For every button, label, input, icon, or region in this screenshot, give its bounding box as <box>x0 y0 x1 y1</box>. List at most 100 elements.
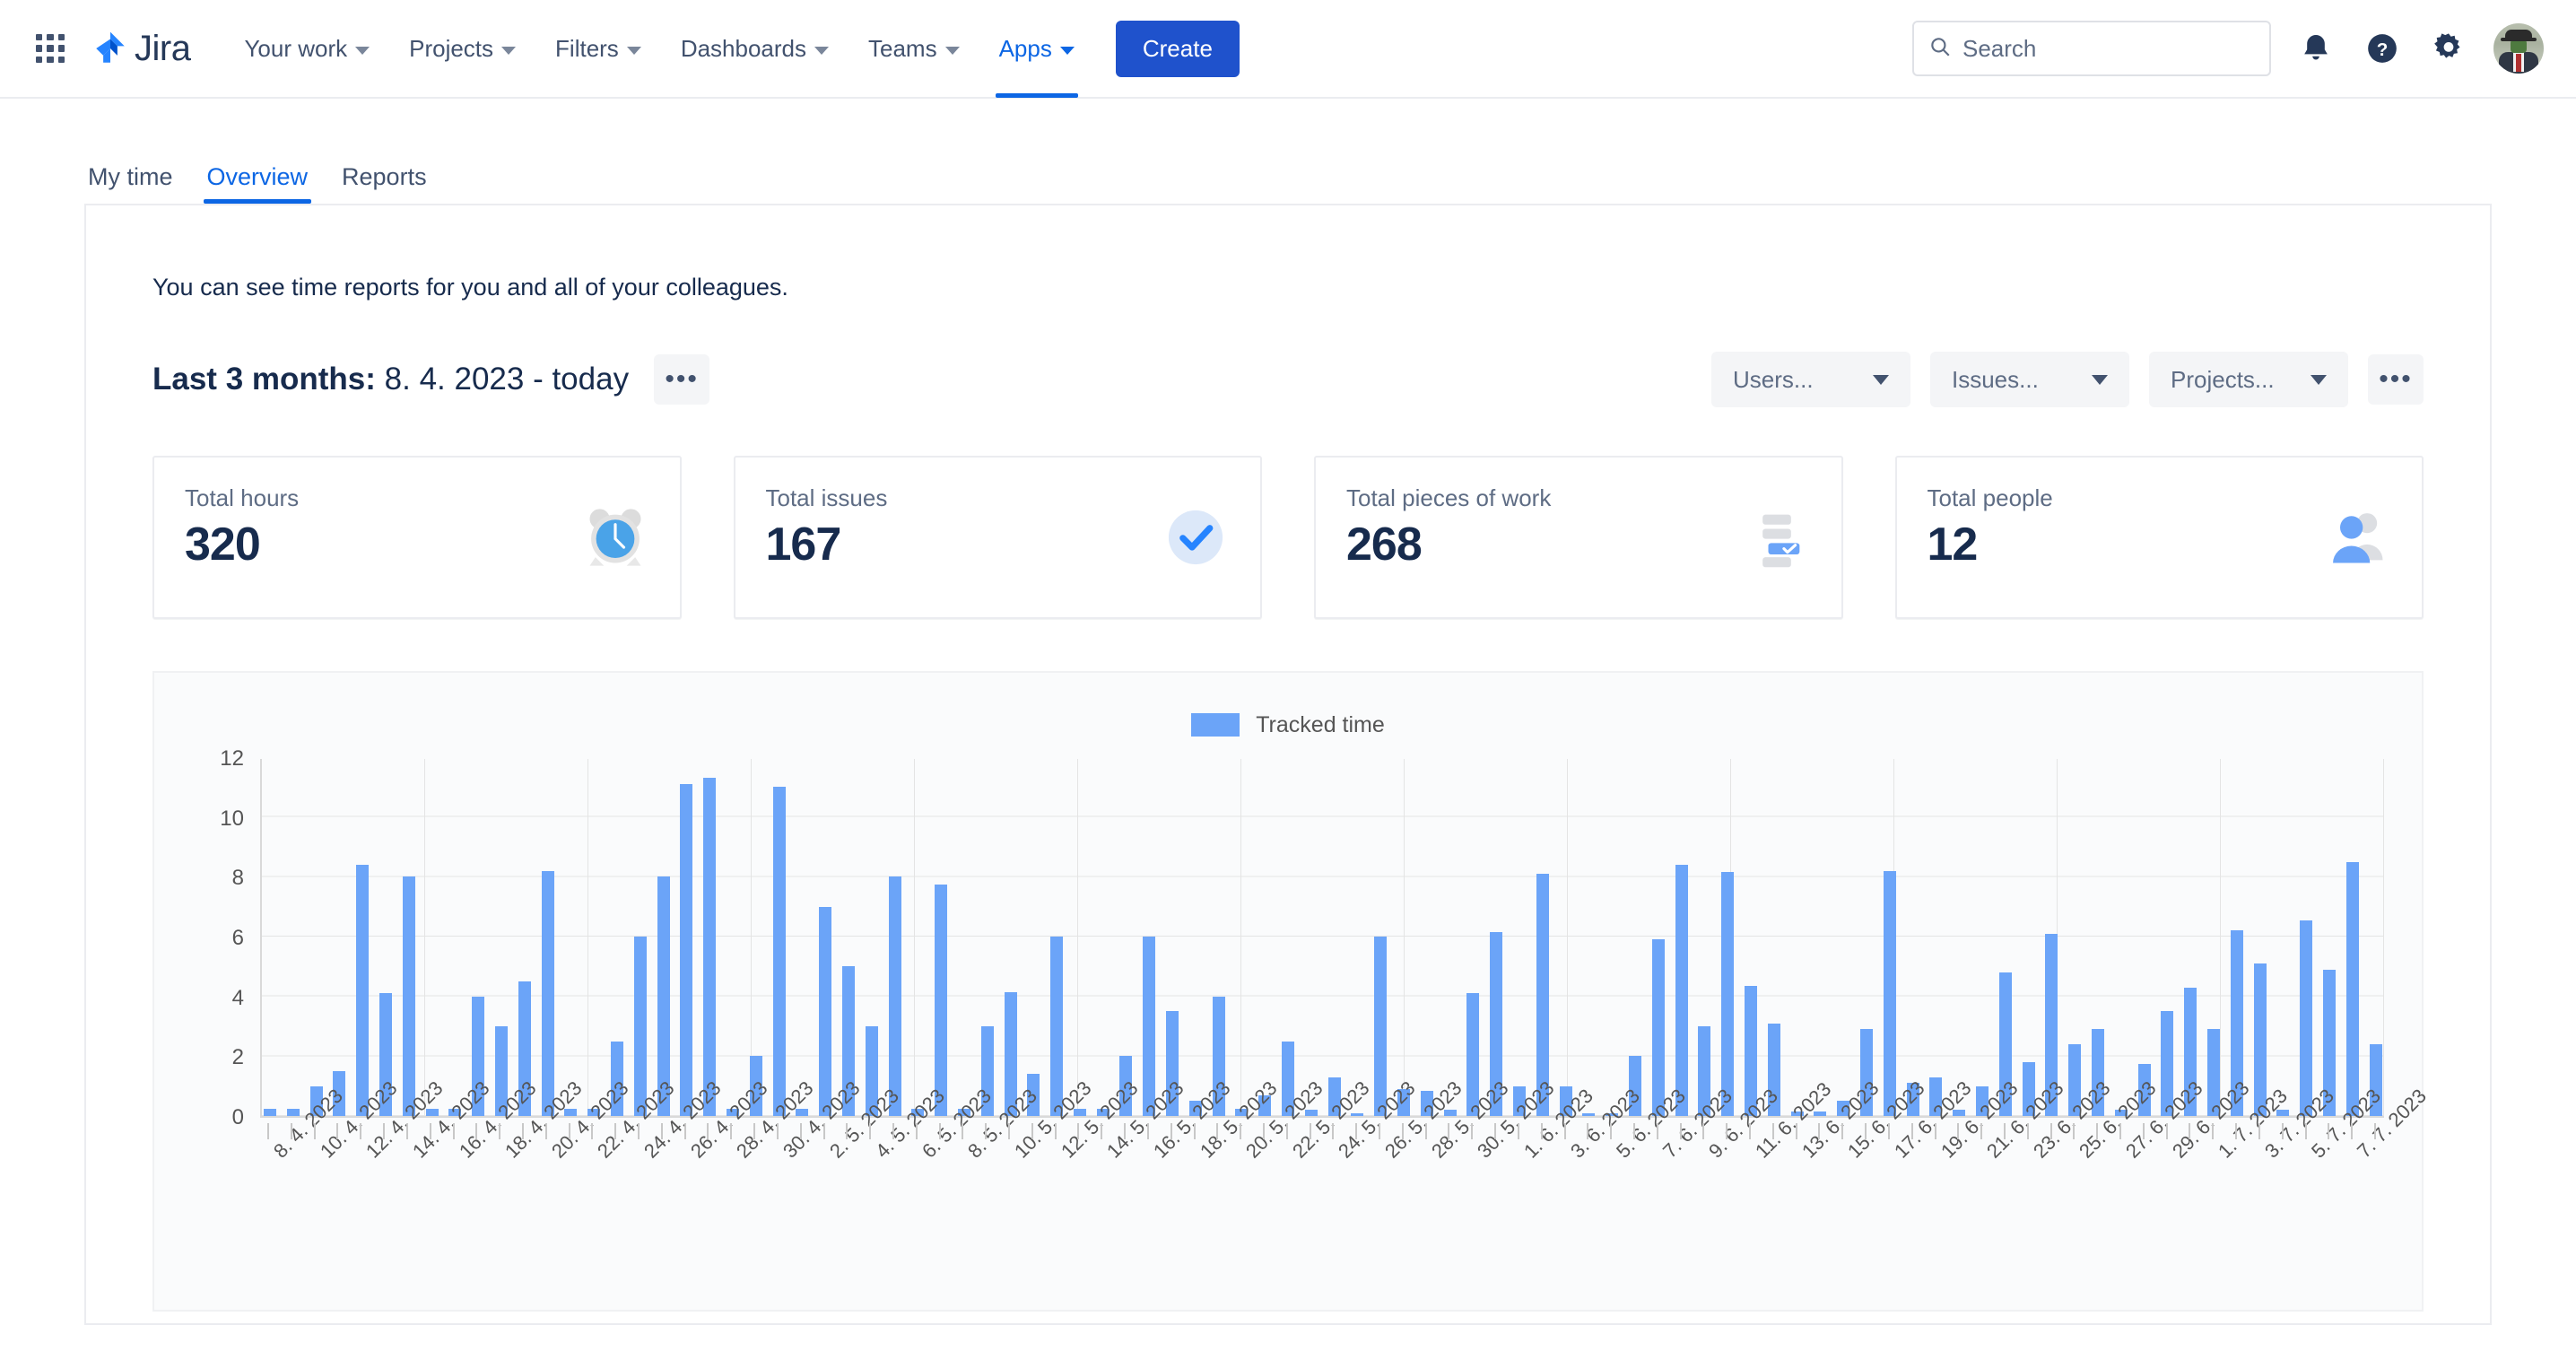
bar[interactable] <box>356 865 370 1116</box>
app-switcher-grid-icon[interactable] <box>30 29 70 68</box>
nav-item-your-work[interactable]: Your work <box>224 0 389 98</box>
x-tick <box>1026 1123 1039 1329</box>
x-tick: 1. 6. 2023 <box>1512 1085 1597 1329</box>
bar[interactable] <box>935 884 948 1116</box>
x-tick-mark <box>2189 1123 2191 1139</box>
filters-more-button[interactable]: ••• <box>2368 354 2424 405</box>
x-tick <box>2276 1123 2289 1329</box>
x-tick: 25. 6. 2023 <box>2067 1077 2161 1329</box>
x-tick-mark <box>1656 1123 1658 1139</box>
search-box[interactable] <box>1912 21 2271 76</box>
x-tick-mark <box>290 1123 292 1139</box>
tracked-time-chart: Tracked time 0 2 4 6 8 10 12 8. 4. 2023 10. 4. … <box>152 671 2431 1312</box>
x-tick-mark <box>1240 1123 1242 1139</box>
legend-swatch-tracked-time <box>1191 713 1240 737</box>
x-tick-mark <box>1679 1123 1682 1139</box>
tab-overview[interactable]: Overview <box>203 158 312 204</box>
chevron-down-icon <box>501 46 517 55</box>
search-input[interactable] <box>1962 34 2255 63</box>
chevron-down-icon <box>1059 46 1075 55</box>
y-tick-label: 4 <box>231 985 244 1010</box>
jira-home-link[interactable]: Jira <box>91 29 191 69</box>
bar[interactable] <box>2300 920 2313 1116</box>
x-tick-mark <box>1771 1123 1774 1139</box>
date-range-more-button[interactable]: ••• <box>654 354 710 405</box>
x-tick-mark <box>452 1123 455 1139</box>
x-tick <box>1675 1123 1687 1329</box>
x-tick: 16. 4. 2023 <box>448 1077 540 1329</box>
nav-item-projects[interactable]: Projects <box>389 0 535 98</box>
x-tick-mark <box>846 1123 849 1139</box>
bar[interactable] <box>402 876 415 1116</box>
help-icon[interactable]: ? <box>2361 27 2404 70</box>
bar[interactable] <box>1721 872 1735 1116</box>
nav-item-apps[interactable]: Apps <box>979 0 1094 98</box>
x-tick-mark <box>383 1123 386 1139</box>
settings-gear-icon[interactable] <box>2427 27 2470 70</box>
users-filter[interactable]: Users... <box>1711 352 1910 407</box>
projects-filter-label: Projects... <box>2171 365 2275 393</box>
nav-label: Your work <box>244 34 348 62</box>
bar[interactable] <box>1050 937 1064 1116</box>
chevron-down-icon <box>355 46 370 55</box>
alarm-clock-icon <box>581 503 649 571</box>
x-tick-mark <box>915 1123 918 1139</box>
x-tick <box>887 1123 900 1329</box>
x-tick: 7. 7. 2023 <box>2345 1085 2431 1329</box>
nav-label: Projects <box>409 34 494 62</box>
bar[interactable] <box>2253 963 2267 1116</box>
x-tick <box>1998 1123 2011 1329</box>
x-tick-mark <box>2373 1123 2376 1139</box>
x-tick <box>1628 1123 1640 1329</box>
x-tick <box>1767 1123 1780 1329</box>
bar[interactable] <box>1651 939 1665 1116</box>
projects-filter[interactable]: Projects... <box>2149 352 2348 407</box>
chart-legend: Tracked time <box>154 703 2422 746</box>
bar[interactable] <box>633 937 647 1116</box>
x-tick <box>1350 1123 1362 1329</box>
create-button[interactable]: Create <box>1115 20 1240 77</box>
x-tick-mark <box>360 1123 362 1139</box>
x-tick <box>1211 1123 1223 1329</box>
notifications-bell-icon[interactable] <box>2294 27 2337 70</box>
bar[interactable] <box>703 778 717 1116</box>
y-tick-label: 0 <box>231 1105 244 1129</box>
x-tick: 22. 5. 2023 <box>1281 1077 1373 1329</box>
bar[interactable] <box>1883 870 1896 1116</box>
bar[interactable] <box>286 1108 300 1116</box>
x-tick-mark <box>1355 1123 1358 1139</box>
x-tick <box>2183 1123 2196 1329</box>
stat-card-total-issues: Total issues 167 <box>733 456 1262 619</box>
bar[interactable] <box>1143 937 1156 1116</box>
tab-reports[interactable]: Reports <box>338 158 431 204</box>
issues-filter[interactable]: Issues... <box>1930 352 2129 407</box>
x-tick-mark <box>962 1123 964 1139</box>
stat-label: Total pieces of work <box>1346 484 1552 511</box>
bar[interactable] <box>1374 937 1388 1116</box>
people-icon <box>2323 503 2391 571</box>
bar[interactable] <box>2345 861 2359 1116</box>
bar[interactable] <box>888 876 901 1116</box>
x-tick-mark <box>1216 1123 1219 1139</box>
stat-card-total-people: Total people 12 <box>1894 456 2424 619</box>
nav-item-teams[interactable]: Teams <box>849 0 979 98</box>
bar[interactable] <box>264 1108 276 1116</box>
nav-item-dashboards[interactable]: Dashboards <box>661 0 849 98</box>
bar[interactable] <box>680 784 693 1116</box>
x-tick <box>1489 1123 1501 1329</box>
avatar[interactable] <box>2493 23 2544 74</box>
nav-item-filters[interactable]: Filters <box>535 0 661 98</box>
bar[interactable] <box>1675 865 1688 1116</box>
bar[interactable] <box>541 870 554 1116</box>
x-tick <box>1952 1123 1964 1329</box>
page-content: My time Overview Reports You can see tim… <box>0 99 2576 1325</box>
x-tick <box>1397 1123 1409 1329</box>
x-tick: 28. 4. 2023 <box>725 1077 818 1329</box>
bar[interactable] <box>819 906 832 1116</box>
chart-x-axis: 8. 4. 2023 10. 4. 2023 12. 4. 2023 14. 4. 2… <box>260 1077 2431 1329</box>
x-tick-mark <box>638 1123 640 1139</box>
x-tick-mark <box>2212 1123 2215 1139</box>
x-tick <box>1304 1123 1317 1329</box>
tab-my-time[interactable]: My time <box>84 158 177 204</box>
bar[interactable] <box>772 787 786 1116</box>
